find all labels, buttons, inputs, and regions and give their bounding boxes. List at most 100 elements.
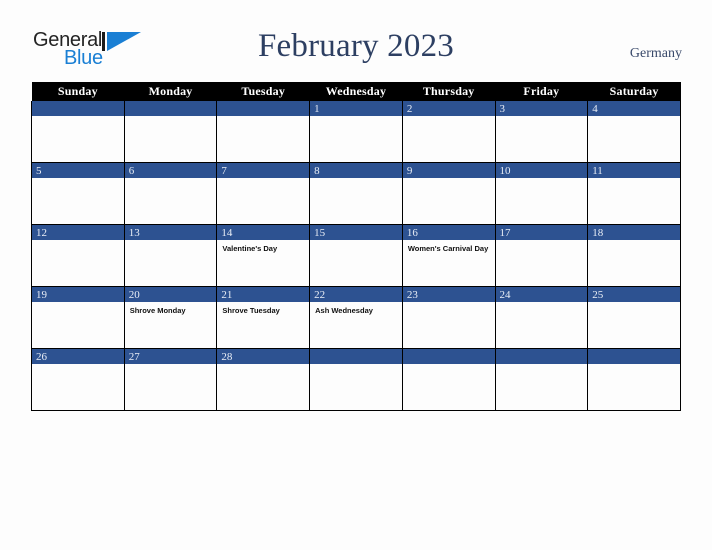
day-event <box>496 116 588 120</box>
calendar-day-cell[interactable]: 8 <box>309 162 403 225</box>
weekday-header-sunday: Sunday <box>31 82 125 101</box>
calendar-day-cell[interactable]: 28 <box>216 348 311 411</box>
day-event <box>32 240 124 244</box>
day-number <box>32 101 124 116</box>
day-event <box>588 240 680 244</box>
calendar-day-cell[interactable]: 26 <box>31 348 125 411</box>
calendar-day-cell[interactable]: 25 <box>587 286 681 349</box>
calendar-body: 1 2 3 4 5 6 7 8 9 10 11 12 13 14 Valentin… <box>31 101 681 411</box>
calendar-day-cell[interactable]: 2 <box>401 101 496 163</box>
day-number: 20 <box>124 287 217 302</box>
calendar-day-cell[interactable] <box>309 348 403 411</box>
day-number: 26 <box>32 349 124 364</box>
calendar-day-cell[interactable]: 17 <box>494 224 589 287</box>
calendar-day-cell[interactable]: 10 <box>494 162 589 225</box>
day-number <box>402 349 495 364</box>
day-number: 17 <box>495 225 588 240</box>
calendar-day-cell[interactable]: 24 <box>494 286 589 349</box>
day-event <box>125 240 217 244</box>
calendar-day-cell[interactable]: 16 Women's Carnival Day <box>401 224 496 287</box>
day-event <box>403 364 495 368</box>
day-number: 10 <box>495 163 588 178</box>
day-number: 1 <box>310 101 402 116</box>
weekday-header-saturday: Saturday <box>587 82 681 101</box>
day-event <box>588 178 680 182</box>
day-number: 4 <box>588 101 680 116</box>
day-event <box>310 240 402 244</box>
day-number: 27 <box>124 349 217 364</box>
day-event <box>217 364 309 368</box>
calendar-day-cell[interactable]: 6 <box>123 162 218 225</box>
calendar-day-cell[interactable]: 14 Valentine's Day <box>216 224 311 287</box>
calendar-day-cell[interactable]: 22 Ash Wednesday <box>309 286 403 349</box>
calendar-day-cell[interactable]: 11 <box>587 162 681 225</box>
weekday-header-wednesday: Wednesday <box>309 82 403 101</box>
weekday-header-row: Sunday Monday Tuesday Wednesday Thursday… <box>31 82 681 101</box>
calendar-day-cell[interactable] <box>587 348 681 411</box>
day-event <box>403 116 495 120</box>
day-event <box>496 364 588 368</box>
day-event <box>588 116 680 120</box>
calendar-week-row: 5 6 7 8 9 10 11 <box>31 162 681 225</box>
calendar-week-row: 19 20 Shrove Monday 21 Shrove Tuesday 22 As… <box>31 286 681 349</box>
day-event <box>403 302 495 306</box>
calendar-day-cell[interactable]: 1 <box>309 101 403 163</box>
calendar-day-cell[interactable]: 13 <box>123 224 218 287</box>
calendar-day-cell[interactable] <box>494 348 589 411</box>
calendar-day-cell[interactable] <box>123 101 218 163</box>
country-label: Germany <box>629 46 682 61</box>
calendar-day-cell[interactable] <box>31 101 125 163</box>
day-number <box>124 101 217 116</box>
calendar-day-cell[interactable] <box>401 348 496 411</box>
day-number: 13 <box>124 225 217 240</box>
day-number: 6 <box>124 163 217 178</box>
calendar-day-cell[interactable] <box>216 101 311 163</box>
page-title: February 2023 <box>258 28 454 64</box>
calendar-day-cell[interactable]: 12 <box>31 224 125 287</box>
calendar-day-cell[interactable]: 7 <box>216 162 311 225</box>
day-number: 18 <box>588 225 680 240</box>
day-number: 21 <box>217 287 310 302</box>
calendar-day-cell[interactable]: 5 <box>31 162 125 225</box>
day-event: Women's Carnival Day <box>407 244 489 253</box>
calendar-day-cell[interactable]: 15 <box>309 224 403 287</box>
day-number: 12 <box>32 225 124 240</box>
day-event <box>588 364 680 368</box>
calendar-day-cell[interactable]: 9 <box>401 162 496 225</box>
day-event <box>310 364 402 368</box>
day-event <box>125 116 217 120</box>
day-number <box>310 349 402 364</box>
day-event <box>217 178 309 182</box>
day-number: 23 <box>402 287 495 302</box>
day-number: 25 <box>588 287 680 302</box>
calendar-day-cell[interactable]: 4 <box>587 101 681 163</box>
day-number: 7 <box>217 163 310 178</box>
calendar-day-cell[interactable]: 18 <box>587 224 681 287</box>
calendar-day-cell[interactable]: 19 <box>31 286 125 349</box>
day-number: 28 <box>217 349 310 364</box>
day-number: 16 <box>402 225 495 240</box>
day-event <box>32 302 124 306</box>
day-event <box>125 364 217 368</box>
day-number: 8 <box>310 163 402 178</box>
day-event <box>32 116 124 120</box>
day-event <box>217 116 309 120</box>
weekday-header-tuesday: Tuesday <box>216 82 310 101</box>
day-number: 24 <box>495 287 588 302</box>
calendar-day-cell[interactable]: 27 <box>123 348 218 411</box>
day-event <box>310 178 402 182</box>
weekday-header-monday: Monday <box>124 82 217 101</box>
calendar-day-cell[interactable]: 21 Shrove Tuesday <box>216 286 311 349</box>
day-event: Shrove Tuesday <box>222 306 280 315</box>
day-event: Shrove Monday <box>129 306 186 315</box>
calendar-day-cell[interactable]: 20 Shrove Monday <box>123 286 218 349</box>
day-number: 11 <box>588 163 680 178</box>
day-event: Valentine's Day <box>222 244 278 253</box>
calendar-day-cell[interactable]: 23 <box>401 286 496 349</box>
day-event <box>32 364 124 368</box>
calendar-page: General Blue February 2023 Germany Sunda… <box>0 0 712 550</box>
page-header: General Blue February 2023 Germany <box>0 0 712 82</box>
day-number: 22 <box>310 287 402 302</box>
calendar-day-cell[interactable]: 3 <box>494 101 589 163</box>
day-event <box>32 178 124 182</box>
